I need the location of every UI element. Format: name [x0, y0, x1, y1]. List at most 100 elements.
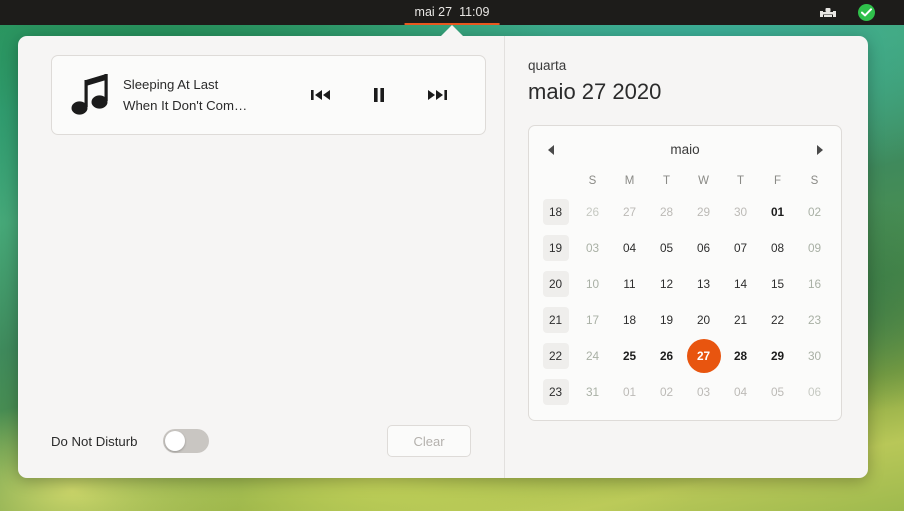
- calendar-day-cell[interactable]: 15: [759, 266, 796, 302]
- calendar-day-cell[interactable]: 25: [611, 338, 648, 374]
- calendar-day-cell[interactable]: 30: [722, 194, 759, 230]
- calendar-week-row: 22 24 25 26 27 28 29 30: [537, 338, 833, 374]
- calendar-day-cell[interactable]: 19: [648, 302, 685, 338]
- calendar-day-cell[interactable]: 06: [685, 230, 722, 266]
- calendar-day-cell[interactable]: 02: [648, 374, 685, 410]
- calendar-pane: quarta maio 27 2020 maio S M T W T F S 1…: [505, 36, 868, 478]
- notifications-pane: Sleeping At Last When It Don't Com… Do N…: [18, 36, 505, 478]
- calendar-day-cell[interactable]: 14: [722, 266, 759, 302]
- next-track-icon[interactable]: [424, 82, 450, 108]
- checkmark-badge-icon[interactable]: [856, 3, 876, 23]
- calendar-day-cell[interactable]: 26: [648, 338, 685, 374]
- calendar-day-cell[interactable]: 13: [685, 266, 722, 302]
- calendar-day-cell[interactable]: 10: [574, 266, 611, 302]
- month-label: maio: [670, 142, 700, 157]
- calendar-day-cell[interactable]: 22: [759, 302, 796, 338]
- calendar-day-cell[interactable]: 12: [648, 266, 685, 302]
- calendar-day-cell[interactable]: 05: [759, 374, 796, 410]
- calendar-day-label: 01: [622, 385, 637, 399]
- calendar-day-cell[interactable]: 04: [722, 374, 759, 410]
- calendar-day-today[interactable]: 27: [685, 338, 722, 374]
- calendar-day-cell[interactable]: 05: [648, 230, 685, 266]
- calendar-day-cell[interactable]: 28: [722, 338, 759, 374]
- calendar-day-cell[interactable]: 07: [722, 230, 759, 266]
- calendar-day-label: 10: [585, 277, 600, 291]
- music-note-icon: [65, 72, 117, 118]
- calendar-day-cell[interactable]: 29: [685, 194, 722, 230]
- notifications-footer: Do Not Disturb Clear: [51, 404, 486, 478]
- calendar-day-cell[interactable]: 02: [796, 194, 833, 230]
- calendar-day-cell[interactable]: 01: [611, 374, 648, 410]
- calendar-day-label: 29: [770, 349, 785, 363]
- calendar-day-cell[interactable]: 03: [574, 230, 611, 266]
- calendar-day-label: 28: [733, 349, 748, 363]
- calendar-day-cell[interactable]: 29: [759, 338, 796, 374]
- do-not-disturb-toggle[interactable]: [163, 429, 210, 453]
- calendar-day-label: 17: [585, 313, 600, 327]
- calendar-day-label: 01: [770, 205, 785, 219]
- calendar-weekday-header-row: SMTWTFS: [537, 167, 833, 194]
- notification-list-empty-area: [51, 135, 486, 404]
- calendar-day-label: 20: [696, 313, 711, 327]
- green-status-badge: [857, 4, 875, 21]
- calendar-week-row: 21 17 18 19 20 21 22 23: [537, 302, 833, 338]
- calendar-day-cell[interactable]: 26: [574, 194, 611, 230]
- clear-button[interactable]: Clear: [387, 425, 471, 457]
- week-number-cell: 23: [537, 374, 574, 410]
- calendar-day-label: 21: [733, 313, 748, 327]
- calendar-day-cell[interactable]: 09: [796, 230, 833, 266]
- calendar-day-label: 16: [807, 277, 822, 291]
- calendar-day-cell[interactable]: 30: [796, 338, 833, 374]
- calendar-day-label: 03: [696, 385, 711, 399]
- calendar-day-label: 08: [770, 241, 785, 255]
- calendar-day-cell[interactable]: 24: [574, 338, 611, 374]
- clock-time: 11:09: [459, 4, 490, 19]
- input-device-icon[interactable]: [818, 3, 838, 23]
- calendar-day-cell[interactable]: 17: [574, 302, 611, 338]
- calendar-day-label: 27: [686, 339, 721, 373]
- calendar-day-cell[interactable]: 20: [685, 302, 722, 338]
- weekday-header-1: M: [624, 174, 635, 187]
- weekday-header-0: S: [588, 174, 597, 187]
- calendar-day-label: 18: [622, 313, 637, 327]
- week-number-cell: 22: [537, 338, 574, 374]
- calendar-day-cell[interactable]: 06: [796, 374, 833, 410]
- calendar-day-label: 05: [659, 241, 674, 255]
- do-not-disturb-label: Do Not Disturb: [51, 433, 138, 449]
- media-player-card[interactable]: Sleeping At Last When It Don't Com…: [51, 55, 486, 135]
- calendar-day-cell[interactable]: 16: [796, 266, 833, 302]
- weekday-name: quarta: [528, 58, 567, 73]
- calendar-day-cell[interactable]: 01: [759, 194, 796, 230]
- weekday-header-2: T: [662, 174, 671, 187]
- calendar-day-cell[interactable]: 31: [574, 374, 611, 410]
- previous-track-icon[interactable]: [308, 82, 334, 108]
- calendar-grid: S M T W T F S 18 26 27 28 29 30 01 02 19 03 04 05 06 07 08 09…: [537, 167, 833, 410]
- calendar-week-row: 23 31 01 02 03 04 05 06: [537, 374, 833, 410]
- calendar-day-cell[interactable]: 18: [611, 302, 648, 338]
- pause-icon[interactable]: [366, 82, 392, 108]
- chevron-left-icon[interactable]: [537, 136, 565, 164]
- toggle-knob: [165, 431, 186, 451]
- calendar-day-cell[interactable]: 08: [759, 230, 796, 266]
- calendar-day-cell[interactable]: 23: [796, 302, 833, 338]
- weekday-header-3: W: [698, 174, 709, 187]
- clock-menu-button[interactable]: mai 27 11:09: [404, 0, 500, 25]
- weekday-header-4: T: [736, 174, 745, 187]
- calendar-day-cell[interactable]: 11: [611, 266, 648, 302]
- calendar-day-cell[interactable]: 27: [611, 194, 648, 230]
- chevron-right-icon[interactable]: [805, 136, 833, 164]
- calendar-day-label: 06: [807, 385, 822, 399]
- calendar-day-label: 28: [659, 205, 674, 219]
- calendar-day-cell[interactable]: 21: [722, 302, 759, 338]
- calendar-day-label: 03: [585, 241, 600, 255]
- calendar-day-label: 26: [585, 205, 600, 219]
- calendar-body: 18 26 27 28 29 30 01 02 19 03 04 05 06 07 08 09 20 10 11 12…: [537, 194, 833, 410]
- calendar-day-cell[interactable]: 28: [648, 194, 685, 230]
- calendar-day-cell[interactable]: 04: [611, 230, 648, 266]
- calendar-day-label: 30: [733, 205, 748, 219]
- calendar-day-label: 26: [659, 349, 674, 363]
- calendar-notification-popup: Sleeping At Last When It Don't Com… Do N…: [18, 36, 868, 478]
- calendar-day-cell[interactable]: 03: [685, 374, 722, 410]
- popup-caret: [440, 25, 464, 37]
- calendar-week-row: 20 10 11 12 13 14 15 16: [537, 266, 833, 302]
